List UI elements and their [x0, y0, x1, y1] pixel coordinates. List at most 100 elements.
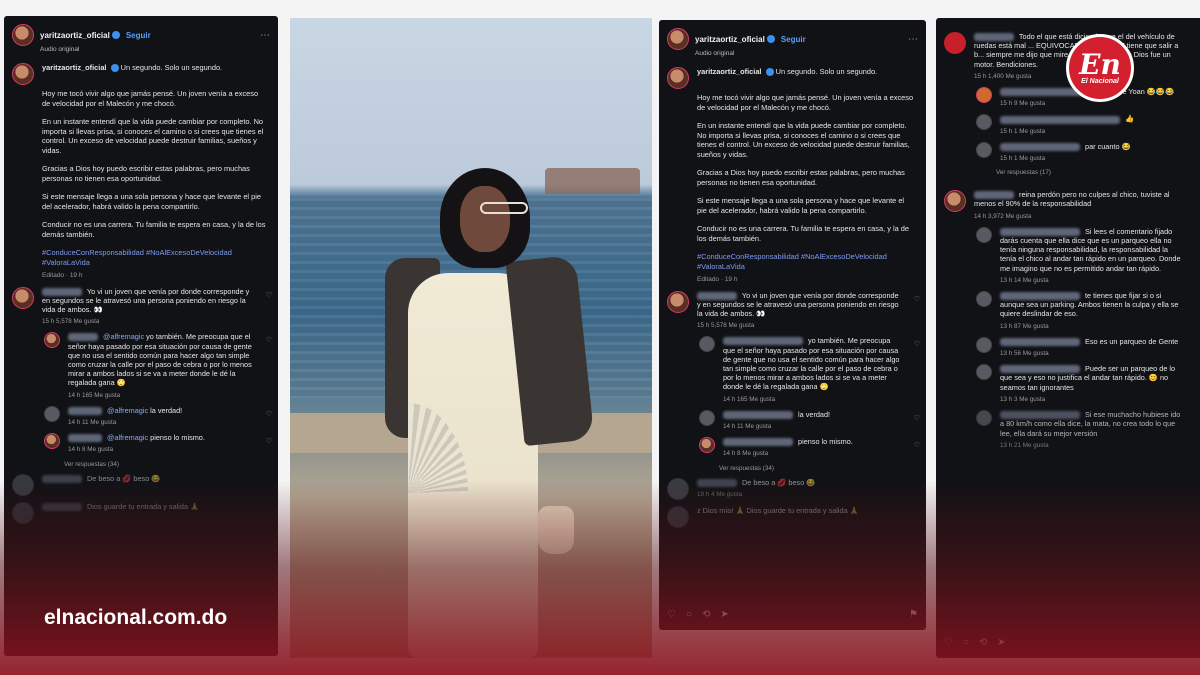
commenter-avatar[interactable] [12, 501, 34, 524]
view-replies-link[interactable]: Ver respuestas (17) [936, 163, 1200, 176]
caption-paragraph: En un instante entendí que la vida puede… [42, 117, 264, 155]
commenter-avatar[interactable] [944, 190, 966, 213]
comment-icon[interactable]: ○ [963, 637, 969, 648]
commenter-avatar[interactable] [667, 505, 689, 528]
heart-icon[interactable]: ♡ [266, 410, 272, 418]
post-header: yaritzaortiz_oficial Seguir ⋯ [659, 20, 926, 52]
logo-short: En [1079, 47, 1121, 81]
reply-comment: la verdad! 14 h 11 Me gusta ♡ [659, 404, 926, 431]
commenter-avatar[interactable] [44, 405, 60, 422]
caption-header: yaritzaortiz_oficial Un segundo. Solo un… [659, 57, 926, 89]
comment-text: par cuanto 😂 [1085, 141, 1131, 151]
hashtags[interactable]: #ConduceConResponsabilidad #NoAlExcesoDe… [697, 252, 914, 271]
profile-avatar[interactable] [667, 28, 689, 50]
view-replies-link[interactable]: Ver respuestas (34) [4, 455, 278, 468]
commenter-avatar[interactable] [976, 141, 992, 158]
profile-avatar[interactable] [12, 24, 34, 46]
comment-body: De beso a 💋 beso 😂 19 h 4 Me gusta [697, 478, 829, 500]
follow-button[interactable]: Seguir [781, 35, 806, 44]
blurred-username [42, 502, 82, 511]
comment-body: pienso lo mismo. 14 h 8 Me gusta [723, 437, 867, 458]
commenter-avatar[interactable] [976, 364, 992, 381]
commenter-avatar[interactable] [976, 336, 992, 353]
commenter-avatar[interactable] [667, 290, 689, 313]
blurred-username [1000, 115, 1120, 124]
commenter-avatar[interactable] [12, 473, 34, 496]
heart-icon[interactable]: ♡ [266, 291, 272, 299]
commenter-avatar[interactable] [12, 286, 34, 309]
left-instagram-panel: yaritzaortiz_oficial Seguir ⋯ Audio orig… [4, 16, 278, 656]
comment-text: pienso lo mismo. [150, 433, 205, 443]
commenter-avatar[interactable] [699, 437, 715, 454]
commenter-avatar[interactable] [44, 332, 60, 349]
follow-button[interactable]: Seguir [126, 31, 151, 40]
more-options-icon[interactable]: ⋯ [908, 34, 918, 45]
repost-icon[interactable]: ⟲ [979, 637, 987, 648]
commenter-avatar[interactable] [944, 32, 966, 54]
purse-shape [538, 506, 574, 554]
caption-paragraph: Hoy me tocó vivir algo que jamás pensé. … [42, 89, 259, 108]
share-icon[interactable]: ➤ [720, 609, 728, 620]
comment-text: Eso es un parqueo de Gente [1085, 336, 1179, 346]
heart-icon[interactable]: ♡ [667, 609, 676, 620]
comment-body: Yo vi un joven que venía por donde corre… [697, 291, 916, 331]
caption-body: Hoy me tocó vivir algo que jamás pensé. … [659, 89, 926, 285]
commenter-avatar[interactable] [976, 114, 992, 131]
blurred-username [723, 337, 803, 346]
heart-icon[interactable]: ♡ [944, 637, 953, 648]
repost-icon[interactable]: ⟲ [702, 609, 710, 620]
caption-paragraph: Gracias a Dios hoy puedo escribir estas … [697, 168, 905, 187]
username[interactable]: yaritzaortiz_oficial [40, 31, 110, 40]
commenter-avatar[interactable] [667, 477, 689, 500]
comment-body: @alfremagic la verdad! 14 h 11 Me gusta [68, 406, 196, 427]
share-icon[interactable]: ➤ [997, 637, 1005, 648]
blurred-username [723, 410, 793, 419]
comment-meta: 15 h 1 Me gusta [1000, 127, 1046, 135]
heart-icon[interactable]: ♡ [914, 340, 920, 348]
blurred-username [42, 474, 82, 483]
view-replies-link[interactable]: Ver respuestas (34) [659, 459, 926, 472]
reply-comment: @alfremagic pienso lo mismo. 14 h 8 Me g… [4, 427, 278, 454]
blurred-username [697, 478, 737, 487]
commenter-avatar[interactable] [699, 409, 715, 426]
commenter-avatar[interactable] [976, 291, 992, 308]
commenter-avatar[interactable] [976, 87, 992, 104]
caption-first-line: yaritzaortiz_oficial Un segundo. Solo un… [697, 67, 877, 77]
commenter-avatar[interactable] [44, 433, 60, 450]
caption-avatar[interactable] [667, 67, 689, 89]
mention[interactable]: @alfremagic [107, 406, 148, 415]
heart-icon[interactable]: ♡ [914, 414, 920, 422]
comment: reina perdón pero no culpes al chico, tu… [936, 176, 1200, 221]
blurred-username [68, 434, 102, 443]
caption-username[interactable]: yaritzaortiz_oficial [697, 67, 761, 76]
heart-icon[interactable]: ♡ [266, 336, 272, 344]
commenter-avatar[interactable] [976, 410, 992, 427]
comment-text: De beso a 💋 beso 😂 [742, 477, 816, 487]
right-instagram-panel: Todo el que está diciendo que el del veh… [936, 18, 1200, 658]
comment-text: la verdad! [798, 409, 831, 419]
username[interactable]: yaritzaortiz_oficial [695, 35, 765, 44]
caption-paragraph: Si este mensaje llega a una sola persona… [697, 196, 905, 215]
comment-icon[interactable]: ○ [686, 609, 692, 620]
blurred-username [68, 333, 98, 342]
reply-comment: voz de Yoan 😂😂😂 15 h 9 Me gusta [936, 81, 1200, 108]
mention[interactable]: @alfremagic [103, 332, 144, 341]
heart-icon[interactable]: ♡ [914, 295, 920, 303]
commenter-avatar[interactable] [976, 226, 992, 243]
caption-avatar[interactable] [12, 63, 34, 85]
comment: z Dios mío! 🙏 Dios guarde tu entrada y s… [659, 500, 926, 528]
more-options-icon[interactable]: ⋯ [260, 30, 270, 41]
hashtags[interactable]: #ConduceConResponsabilidad #NoAlExcesoDe… [42, 248, 266, 267]
caption-username[interactable]: yaritzaortiz_oficial [42, 63, 106, 72]
comment-meta: 15 h 1 Me gusta [1000, 155, 1046, 163]
heart-icon[interactable]: ♡ [914, 441, 920, 449]
audio-label[interactable]: Audio original [4, 46, 278, 53]
audio-label[interactable]: Audio original [659, 50, 926, 57]
commenter-avatar[interactable] [699, 336, 715, 353]
mention[interactable]: @alfremagic [107, 433, 148, 442]
verified-icon [111, 31, 120, 39]
blurred-username [974, 191, 1014, 200]
bookmark-icon[interactable]: ⚑ [909, 609, 918, 620]
heart-icon[interactable]: ♡ [266, 437, 272, 445]
blurred-username [1000, 337, 1080, 346]
